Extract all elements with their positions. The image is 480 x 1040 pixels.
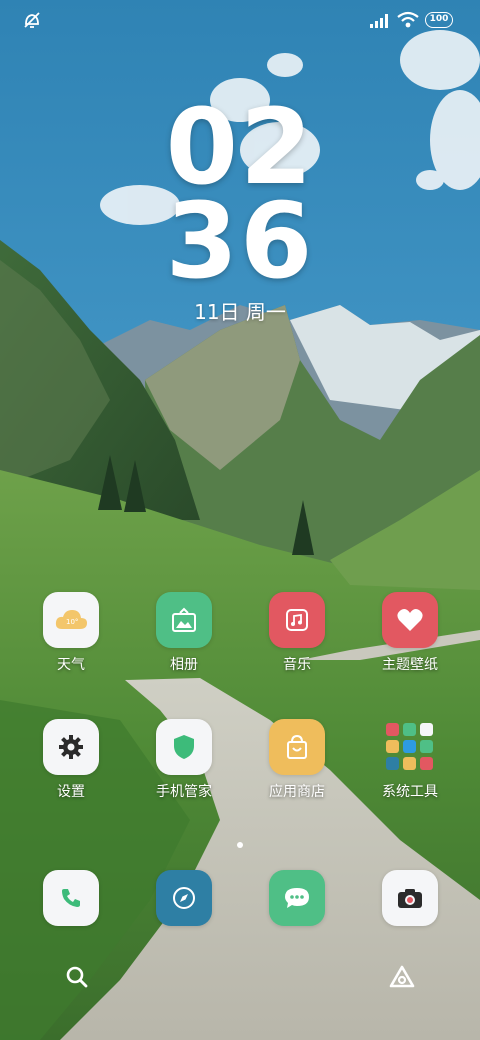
app-settings[interactable]: 设置 xyxy=(21,719,121,801)
dock-messages[interactable] xyxy=(247,870,347,926)
phone-icon xyxy=(43,870,99,926)
cellular-signal-icon xyxy=(370,13,392,28)
app-music[interactable]: 音乐 xyxy=(247,592,347,674)
svg-text:10°: 10° xyxy=(66,618,78,626)
lockscreen-clock-widget[interactable]: 02 36 11日 周一 xyxy=(0,95,480,325)
message-bubble-icon xyxy=(269,870,325,926)
app-label: 设置 xyxy=(57,784,85,800)
heart-icon xyxy=(382,592,438,648)
dock-browser[interactable] xyxy=(134,870,234,926)
search-icon[interactable] xyxy=(61,961,93,993)
app-security[interactable]: 手机管家 xyxy=(134,719,234,801)
dock-phone[interactable] xyxy=(21,870,121,926)
clock-minutes: 36 xyxy=(165,180,315,302)
app-label: 系统工具 xyxy=(382,784,438,800)
app-label: 手机管家 xyxy=(156,784,212,800)
gear-icon xyxy=(43,719,99,775)
folder-grid-icon xyxy=(382,719,438,775)
battery-indicator: 100 xyxy=(425,12,453,28)
shopping-bag-icon xyxy=(269,719,325,775)
dock-camera[interactable] xyxy=(360,870,460,926)
folder-system-tools[interactable]: 系统工具 xyxy=(360,719,460,801)
app-label: 主题壁纸 xyxy=(382,657,438,673)
camera-icon xyxy=(382,870,438,926)
alarm-off-icon xyxy=(22,10,42,30)
status-bar: 100 xyxy=(0,0,480,40)
wifi-icon xyxy=(397,11,419,29)
app-gallery[interactable]: 相册 xyxy=(134,592,234,674)
app-label: 应用商店 xyxy=(269,784,325,800)
app-label: 音乐 xyxy=(283,657,311,673)
app-label: 相册 xyxy=(170,657,198,673)
assistant-icon[interactable] xyxy=(386,961,418,993)
compass-icon xyxy=(156,870,212,926)
gallery-frame-icon xyxy=(156,592,212,648)
app-themes[interactable]: 主题壁纸 xyxy=(360,592,460,674)
page-indicator-dot xyxy=(237,842,243,848)
shield-icon xyxy=(156,719,212,775)
music-note-icon xyxy=(269,592,325,648)
clock-date: 11日 周一 xyxy=(194,300,286,324)
app-label: 天气 xyxy=(57,657,85,673)
app-store[interactable]: 应用商店 xyxy=(247,719,347,801)
weather-cloud-icon: 10° xyxy=(43,592,99,648)
app-weather[interactable]: 10° 天气 xyxy=(21,592,121,674)
